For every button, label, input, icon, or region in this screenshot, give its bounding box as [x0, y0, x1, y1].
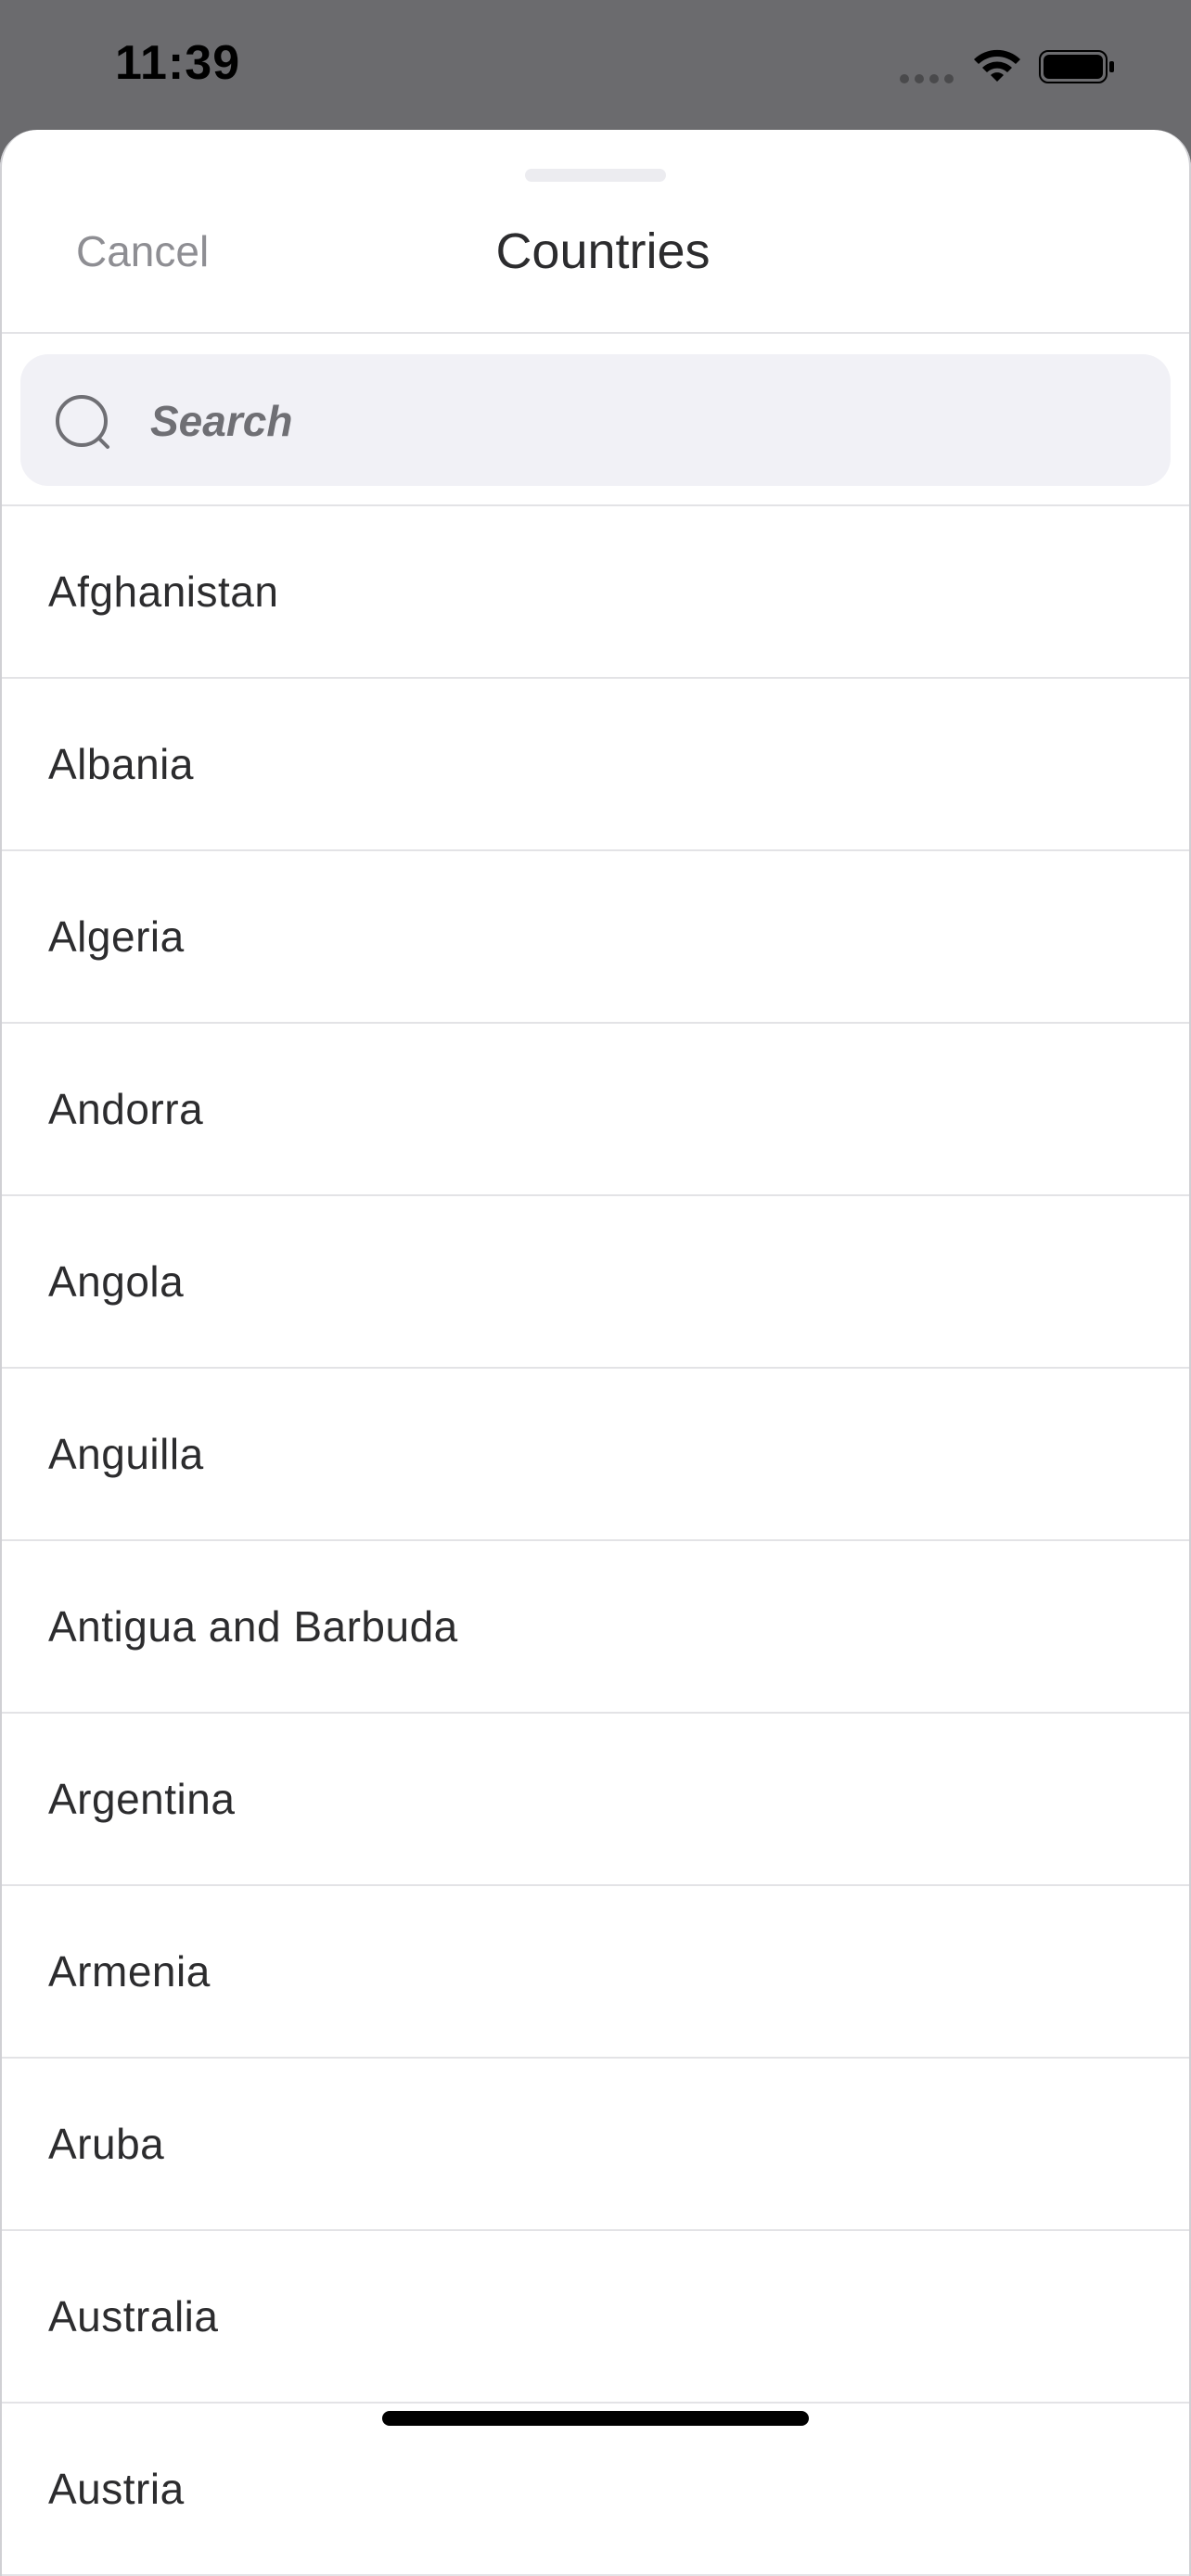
list-item[interactable]: Antigua and Barbuda — [0, 1541, 1191, 1714]
country-label: Albania — [48, 740, 194, 788]
home-indicator[interactable] — [382, 2411, 809, 2426]
list-item[interactable]: Aruba — [0, 2059, 1191, 2231]
country-label: Antigua and Barbuda — [48, 1602, 458, 1651]
wifi-icon — [974, 49, 1020, 82]
country-label: Argentina — [48, 1775, 236, 1823]
search-bar[interactable] — [20, 354, 1171, 486]
country-label: Angola — [48, 1257, 185, 1306]
list-item[interactable]: Australia — [0, 2231, 1191, 2404]
country-label: Australia — [48, 2292, 219, 2340]
list-item[interactable]: Anguilla — [0, 1369, 1191, 1541]
country-label: Armenia — [48, 1947, 211, 1996]
country-label: Anguilla — [48, 1430, 204, 1478]
country-label: Aruba — [48, 2120, 165, 2168]
list-item[interactable]: Andorra — [0, 1024, 1191, 1196]
cellular-signal-icon — [900, 74, 954, 83]
list-item[interactable]: Albania — [0, 679, 1191, 851]
status-bar: 11:39 — [0, 0, 1191, 130]
country-label: Austria — [48, 2465, 185, 2513]
country-label: Algeria — [48, 912, 185, 961]
search-input[interactable] — [150, 384, 1133, 458]
battery-icon — [1039, 50, 1114, 83]
list-item[interactable]: Austria — [0, 2404, 1191, 2576]
list-item[interactable]: Argentina — [0, 1714, 1191, 1886]
search-icon — [56, 395, 109, 449]
list-item[interactable]: Afghanistan — [0, 506, 1191, 679]
country-label: Afghanistan — [48, 567, 279, 616]
navigation-bar: Cancel Countries — [0, 130, 1191, 334]
list-item[interactable]: Angola — [0, 1196, 1191, 1369]
country-list: Afghanistan Albania Algeria Andorra Angola An… — [0, 506, 1191, 2576]
status-time: 11:39 — [115, 36, 241, 90]
search-bar-container — [0, 336, 1191, 506]
list-item[interactable]: Algeria — [0, 851, 1191, 1024]
country-label: Andorra — [48, 1085, 204, 1133]
list-item[interactable]: Armenia — [0, 1886, 1191, 2059]
country-picker-sheet: Cancel Countries Afghanistan Albania Alger… — [0, 130, 1191, 2576]
page-title: Countries — [495, 223, 711, 279]
